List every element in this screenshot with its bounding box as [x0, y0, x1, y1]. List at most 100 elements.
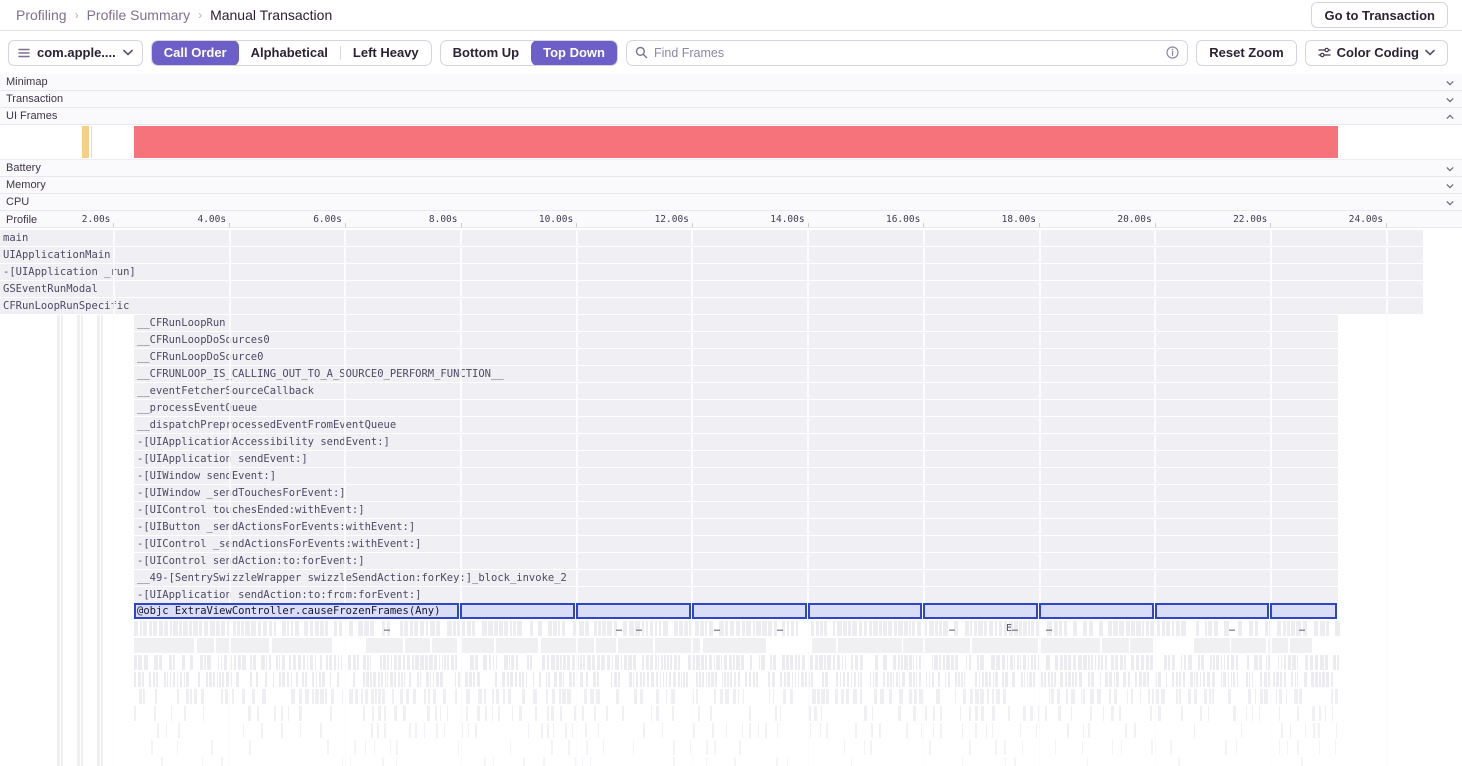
flame-frame[interactable]: -[UIWindow _sendTouchesForEvent:] [134, 485, 1338, 501]
dense-frame [1108, 621, 1112, 636]
dense-frame [628, 655, 632, 670]
dense-frame [442, 655, 443, 670]
flame-frame[interactable]: __CFRunLoopDoSource0 [134, 349, 1338, 365]
flame-frame[interactable]: __49-[SentrySwizzleWrapper swizzleSendAc… [134, 570, 1338, 586]
track-header-ui-frames[interactable]: UI Frames [0, 108, 1462, 125]
flame-frame[interactable]: UIApplicationMain [0, 247, 1423, 263]
dense-frame [650, 655, 653, 670]
dense-frame [633, 655, 636, 670]
dense-frame [1124, 655, 1126, 670]
breadcrumb-profiling[interactable]: Profiling [16, 7, 67, 23]
dense-frame [140, 621, 142, 636]
selected-frame-label[interactable]: @objc ExtraViewController.causeFrozenFra… [137, 603, 440, 619]
track-header-memory[interactable]: Memory [0, 177, 1462, 194]
color-coding-label: Color Coding [1337, 45, 1419, 60]
dense-frame [1255, 621, 1258, 636]
dense-frame [432, 638, 458, 653]
dense-frame [1322, 672, 1324, 687]
direction-bottom-up-button[interactable]: Bottom Up [441, 40, 531, 66]
flame-frame[interactable]: -[UIControl _sendActionsForEvents:withEv… [134, 536, 1338, 552]
flame-frame[interactable]: __CFRUNLOOP_IS_CALLING_OUT_TO_A_SOURCE0_… [134, 366, 1338, 382]
flame-frame[interactable]: __dispatchPreprocessedEventFromEventQueu… [134, 417, 1338, 433]
flame-frame[interactable]: -[UIControl touchesEnded:withEvent:] [134, 502, 1338, 518]
flame-frame[interactable]: -[UIApplication _run] [0, 264, 1423, 280]
dense-frame [1184, 655, 1187, 670]
info-icon[interactable] [1166, 46, 1179, 59]
frozen-frame-bar[interactable] [134, 126, 1338, 158]
dense-frame [1194, 689, 1197, 704]
dense-frame [189, 621, 191, 636]
flame-frame[interactable]: __processEventQueue [134, 400, 1338, 416]
dense-frame [444, 723, 445, 738]
flame-frame[interactable]: -[UIApplication sendEvent:] [134, 451, 1338, 467]
dense-frame [184, 672, 185, 687]
sort-alphabetical-button[interactable]: Alphabetical [239, 40, 340, 66]
minor-frame-bar[interactable] [91, 126, 93, 158]
dense-frame [1157, 621, 1161, 636]
dense-frame [1002, 655, 1006, 670]
flame-frame[interactable]: -[UIApplicationAccessibility sendEvent:] [134, 434, 1338, 450]
flame-frame[interactable]: __eventFetcherSourceCallback [134, 383, 1338, 399]
gridline-overlay [344, 229, 346, 766]
dense-frame [466, 689, 470, 704]
dense-frame [1158, 706, 1161, 721]
track-header-cpu[interactable]: CPU [0, 194, 1462, 211]
direction-top-down-button[interactable]: Top Down [531, 40, 617, 66]
go-to-transaction-button[interactable]: Go to Transaction [1311, 2, 1448, 28]
selected-frame-segment[interactable] [923, 603, 1038, 619]
reset-zoom-button[interactable]: Reset Zoom [1196, 40, 1296, 66]
selected-frame-segment[interactable] [692, 603, 807, 619]
dense-frame [696, 672, 698, 687]
flame-frame[interactable]: CFRunLoopRunSpecific [0, 298, 1423, 314]
selected-frame-segment[interactable] [808, 603, 922, 619]
dense-frame [1090, 689, 1094, 704]
track-header-transaction[interactable]: Transaction [0, 91, 1462, 108]
breadcrumb-profile-summary[interactable]: Profile Summary [87, 7, 190, 23]
flame-frame[interactable]: __CFRunLoopRun [134, 315, 1338, 331]
dense-frame [835, 689, 839, 704]
dense-frame [964, 672, 965, 687]
selected-frame-segment[interactable] [1270, 603, 1337, 619]
dense-frame [655, 655, 657, 670]
dense-frame [602, 621, 606, 636]
sort-call-order-button[interactable]: Call Order [152, 40, 239, 66]
dense-frame [629, 621, 634, 636]
thread-selector-dropdown[interactable]: com.apple.... [8, 40, 143, 66]
dense-frame [312, 672, 315, 687]
search-input[interactable] [654, 46, 1160, 60]
dense-frame [969, 706, 971, 721]
dense-frame [773, 655, 776, 670]
dense-frame [430, 621, 434, 636]
flame-frame[interactable]: -[UIApplication sendAction:to:from:forEv… [134, 587, 1338, 603]
ui-frames-track[interactable] [0, 125, 1462, 160]
sort-left-heavy-button[interactable]: Left Heavy [341, 40, 431, 66]
profile-label: Profile [6, 214, 37, 226]
dense-frame [371, 723, 373, 738]
flame-frame[interactable]: GSEventRunModal [0, 281, 1423, 297]
flame-frame[interactable]: __CFRunLoopDoSources0 [134, 332, 1338, 348]
slow-frame-bar[interactable] [82, 126, 89, 158]
dense-frame [221, 757, 223, 766]
dense-frame [855, 655, 858, 670]
selected-frame-segment[interactable] [1155, 603, 1269, 619]
dense-frame [843, 672, 845, 687]
dense-frame [811, 621, 814, 636]
flame-frame[interactable]: -[UIWindow sendEvent:] [134, 468, 1338, 484]
dense-frame [1143, 672, 1145, 687]
axis-tick-mark [113, 223, 114, 227]
selected-frame-segment[interactable] [460, 603, 575, 619]
dense-frame [1233, 706, 1236, 721]
flame-frame[interactable]: -[UIButton _sendActionsForEvents:withEve… [134, 519, 1338, 535]
selected-frame-segment[interactable] [576, 603, 691, 619]
flame-frame[interactable]: -[UIControl sendAction:to:forEvent:] [134, 553, 1338, 569]
track-header-minimap[interactable]: Minimap [0, 74, 1462, 91]
find-frames-search[interactable] [626, 40, 1188, 66]
flame-chart[interactable]: mainUIApplicationMain-[UIApplication _ru… [0, 229, 1462, 766]
dense-frame [909, 672, 912, 687]
flame-frame[interactable]: main [0, 230, 1423, 246]
track-header-battery[interactable]: Battery [0, 160, 1462, 177]
dense-frame [836, 672, 839, 687]
color-coding-dropdown[interactable]: Color Coding [1305, 40, 1448, 66]
selected-frame-segment[interactable] [1039, 603, 1154, 619]
dense-frame [593, 672, 596, 687]
